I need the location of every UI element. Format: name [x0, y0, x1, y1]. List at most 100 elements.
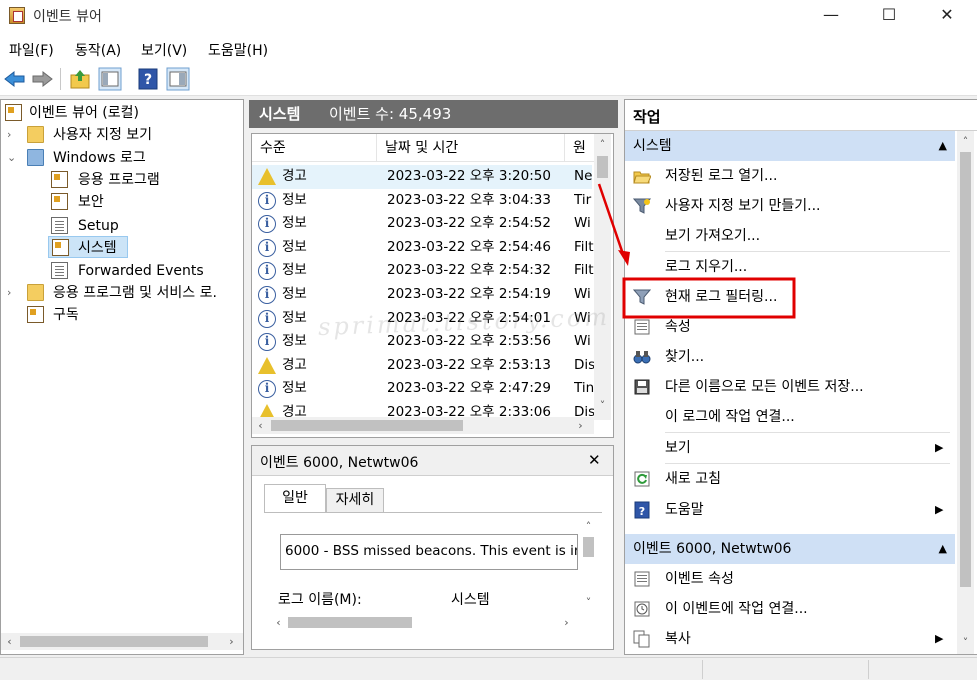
scroll-right-icon[interactable]: ›: [572, 417, 589, 434]
menu-file[interactable]: 파일(F): [9, 40, 54, 60]
scroll-thumb[interactable]: [583, 537, 594, 557]
up-folder-icon[interactable]: [68, 67, 92, 91]
expand-chevron-icon[interactable]: ›: [7, 282, 19, 304]
scroll-up-icon[interactable]: ˄: [580, 518, 597, 535]
info-icon: i: [258, 238, 276, 257]
menu-help[interactable]: 도움말(H): [208, 40, 268, 60]
scroll-thumb[interactable]: [960, 152, 971, 587]
action-open-saved-log[interactable]: 저장된 로그 열기...: [625, 161, 955, 191]
scroll-left-icon[interactable]: ‹: [252, 417, 269, 434]
column-header-datetime[interactable]: 날짜 및 시간: [377, 134, 565, 162]
detail-vertical-scrollbar[interactable]: ˄ ˅: [580, 516, 597, 616]
action-event-properties[interactable]: 이벤트 속성: [625, 564, 955, 594]
action-attach-task-to-log[interactable]: 이 로그에 작업 연결...: [625, 402, 955, 432]
menu-action[interactable]: 동작(A): [75, 40, 121, 60]
collapse-triangle-icon[interactable]: ▲: [939, 534, 947, 564]
submenu-arrow-icon: ▶: [935, 632, 944, 645]
column-header-level[interactable]: 수준: [252, 134, 377, 162]
table-row[interactable]: i 정보 2023-03-22 오후 2:54:46 Filt: [252, 236, 594, 260]
action-clear-log[interactable]: 로그 지우기...: [625, 252, 955, 282]
detail-horizontal-scrollbar[interactable]: ‹ ›: [270, 614, 580, 631]
scroll-up-icon[interactable]: ˄: [594, 136, 611, 153]
scroll-thumb[interactable]: [288, 617, 412, 628]
cell-datetime: 2023-03-22 오후 2:53:56: [387, 333, 551, 350]
event-list-vertical-scrollbar[interactable]: ˄ ˅: [594, 134, 611, 420]
close-button[interactable]: ✕: [918, 0, 976, 32]
section-label: 시스템: [633, 138, 672, 154]
cell-level: 정보: [282, 309, 307, 326]
table-row[interactable]: ! 경고 2023-03-22 오후 2:33:06 Dis: [252, 401, 594, 417]
table-row[interactable]: i 정보 2023-03-22 오후 2:54:01 Wi: [252, 307, 592, 331]
scroll-down-icon[interactable]: ˅: [957, 634, 974, 651]
detail-title: 이벤트 6000, Netwtw06: [260, 455, 419, 471]
scroll-up-icon[interactable]: ˄: [957, 133, 974, 150]
scroll-thumb[interactable]: [20, 636, 208, 647]
table-row[interactable]: ! 경고 2023-03-22 오후 2:53:13 Dis: [252, 354, 594, 378]
detail-close-icon[interactable]: ✕: [588, 451, 601, 469]
table-row[interactable]: i 정보 2023-03-22 오후 3:04:33 Tir: [252, 189, 592, 213]
column-header-source[interactable]: 원: [565, 134, 595, 162]
action-save-all-events-as[interactable]: 다른 이름으로 모든 이벤트 저장...: [625, 372, 955, 402]
toolbar: ?: [0, 62, 977, 96]
table-row[interactable]: ! 경고 2023-03-22 오후 3:20:50 Ne: [252, 165, 592, 189]
info-icon: i: [258, 262, 276, 281]
info-icon: i: [258, 215, 276, 234]
event-list-horizontal-scrollbar[interactable]: ‹ ›: [252, 417, 594, 434]
scroll-right-icon[interactable]: ›: [223, 633, 240, 650]
tab-general[interactable]: 일반: [264, 484, 326, 512]
collapse-chevron-icon[interactable]: ⌄: [7, 147, 19, 169]
title-bar: 이벤트 뷰어 — ☐ ✕: [0, 0, 977, 32]
action-refresh[interactable]: 새로 고침: [625, 464, 955, 494]
window-title: 이벤트 뷰어: [33, 9, 102, 25]
expand-chevron-icon[interactable]: ›: [7, 124, 19, 146]
actions-section-event[interactable]: 이벤트 6000, Netwtw06 ▲: [625, 534, 955, 564]
actions-section-system[interactable]: 시스템 ▲: [625, 131, 955, 161]
table-row[interactable]: i 정보 2023-03-22 오후 2:54:32 Filt: [252, 259, 594, 283]
action-import-custom-view[interactable]: 보기 가져오기...: [625, 221, 955, 251]
table-row[interactable]: i 정보 2023-03-22 오후 2:47:29 Tin: [252, 377, 594, 401]
scroll-down-icon[interactable]: ˅: [580, 594, 597, 611]
maximize-button[interactable]: ☐: [860, 0, 918, 32]
cell-level: 경고: [282, 168, 307, 184]
action-find[interactable]: 찾기...: [625, 342, 955, 372]
help-icon[interactable]: ?: [136, 67, 160, 91]
minimize-button[interactable]: —: [802, 0, 860, 32]
menu-view[interactable]: 보기(V): [141, 40, 187, 60]
scroll-thumb[interactable]: [597, 156, 608, 178]
cell-datetime: 2023-03-22 오후 2:33:06: [387, 404, 551, 417]
folder-icon: [27, 126, 44, 143]
event-description-box[interactable]: 6000 - BSS missed beacons. This event is…: [280, 534, 578, 570]
scroll-thumb[interactable]: [271, 420, 463, 431]
actions-vertical-scrollbar[interactable]: ˄ ˅: [957, 131, 974, 654]
action-attach-task-to-event[interactable]: 이 이벤트에 작업 연결...: [625, 594, 955, 624]
action-view[interactable]: 보기 ▶: [625, 433, 955, 463]
show-hide-action-pane-icon[interactable]: [166, 67, 190, 91]
scroll-down-icon[interactable]: ˅: [594, 397, 611, 414]
scroll-left-icon[interactable]: ‹: [270, 614, 287, 631]
action-create-custom-view[interactable]: 사용자 지정 보기 만들기...: [625, 191, 955, 221]
column-header-row: 수준 날짜 및 시간 원: [252, 134, 594, 162]
action-properties[interactable]: 속성: [625, 312, 955, 342]
forward-arrow-icon[interactable]: [30, 67, 54, 91]
back-arrow-icon[interactable]: [3, 67, 27, 91]
cell-source: Tir: [574, 191, 592, 208]
action-filter-current-log[interactable]: 현재 로그 필터링...: [625, 282, 955, 312]
scroll-right-icon[interactable]: ›: [558, 614, 575, 631]
scroll-left-icon[interactable]: ‹: [1, 633, 18, 650]
table-row[interactable]: i 정보 2023-03-22 오후 2:54:19 Wi: [252, 283, 592, 307]
action-copy[interactable]: 복사 ▶: [625, 624, 955, 654]
toolbar-separator: [60, 68, 61, 90]
svg-text:?: ?: [144, 72, 152, 88]
action-label: 이벤트 속성: [665, 571, 734, 587]
tree-item-system[interactable]: 시스템: [48, 236, 128, 258]
copy-icon: [633, 630, 650, 648]
tree-horizontal-scrollbar[interactable]: ‹ ›: [1, 633, 243, 650]
menu-bar: 파일(F) 동작(A) 보기(V) 도움말(H): [0, 32, 977, 62]
table-row[interactable]: i 정보 2023-03-22 오후 2:53:56 Wi: [252, 330, 592, 354]
collapse-triangle-icon[interactable]: ▲: [939, 131, 947, 161]
action-help[interactable]: ? 도움말 ▶: [625, 495, 955, 525]
tab-details[interactable]: 자세히: [326, 488, 384, 512]
table-row[interactable]: i 정보 2023-03-22 오후 2:54:52 Wi: [252, 212, 592, 236]
show-hide-tree-icon[interactable]: [98, 67, 122, 91]
binoculars-icon: [633, 351, 651, 364]
